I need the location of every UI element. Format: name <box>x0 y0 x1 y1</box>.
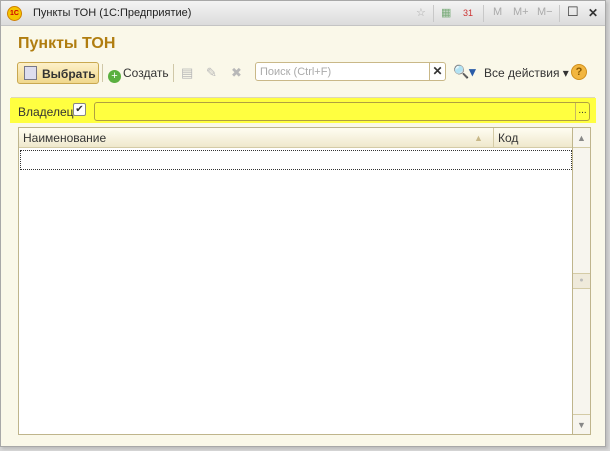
select-icon <box>24 66 37 80</box>
plus-icon: + <box>108 70 121 83</box>
column-header-name[interactable]: Наименование <box>23 131 106 145</box>
vertical-scrollbar[interactable]: ▲ ● ▼ <box>572 128 590 434</box>
window: 1С Пункты ТОН (1С:Предприятие) ☆ ▦ 31 M … <box>0 0 606 447</box>
calendar-icon[interactable]: 31 <box>463 8 473 18</box>
clear-search-icon[interactable]: ✕ <box>429 63 445 80</box>
column-header-code[interactable]: Код <box>498 131 518 145</box>
scroll-down-icon[interactable]: ▼ <box>573 414 590 434</box>
search-options-button[interactable]: 🔍▾ <box>453 64 476 80</box>
delete-icon[interactable]: ✖ <box>231 65 242 81</box>
choose-button[interactable]: ... <box>575 103 589 120</box>
favorite-icon[interactable]: ☆ <box>416 6 426 19</box>
search-input[interactable] <box>256 63 426 80</box>
maximize-button[interactable]: ☐ <box>567 4 579 20</box>
close-button[interactable]: ✕ <box>588 6 598 20</box>
all-actions-menu[interactable]: Все действия ▾ <box>484 66 569 80</box>
1c-logo-icon: 1С <box>7 6 22 21</box>
table-row[interactable] <box>20 150 572 170</box>
items-table[interactable]: Наименование ▲ Код ▲ ● ▼ <box>18 127 591 435</box>
scroll-up-icon[interactable]: ▲ <box>573 128 590 148</box>
sort-icon: ▲ <box>474 133 483 143</box>
owner-label: Владелец: <box>18 105 77 119</box>
divider <box>483 5 484 22</box>
divider <box>433 5 434 22</box>
table-header: Наименование ▲ Код <box>19 128 573 148</box>
copy-icon[interactable]: ▤ <box>181 65 193 81</box>
help-icon[interactable]: ? <box>571 64 587 80</box>
search-field[interactable]: ✕ <box>255 62 446 81</box>
divider <box>559 5 560 22</box>
memory-button[interactable]: M <box>493 6 502 18</box>
memory-minus-button[interactable]: M− <box>537 6 553 18</box>
edit-icon[interactable]: ✎ <box>206 65 217 81</box>
column-divider[interactable] <box>493 128 494 148</box>
window-title: Пункты ТОН (1С:Предприятие) <box>33 7 192 19</box>
divider <box>102 64 103 82</box>
select-label: Выбрать <box>42 67 96 81</box>
owner-field[interactable]: ... <box>94 102 590 121</box>
title-bar: 1С Пункты ТОН (1С:Предприятие) ☆ ▦ 31 M … <box>1 1 605 26</box>
calculator-icon[interactable]: ▦ <box>441 6 451 19</box>
owner-checkbox[interactable]: ✔ <box>73 103 86 116</box>
scroll-thumb[interactable]: ● <box>573 273 590 289</box>
divider <box>173 64 174 82</box>
create-button[interactable]: + Создать <box>108 66 169 83</box>
create-label: Создать <box>123 66 169 80</box>
memory-plus-button[interactable]: M+ <box>513 6 529 18</box>
select-button[interactable]: Выбрать <box>17 62 99 84</box>
page-title: Пункты ТОН <box>18 35 116 52</box>
